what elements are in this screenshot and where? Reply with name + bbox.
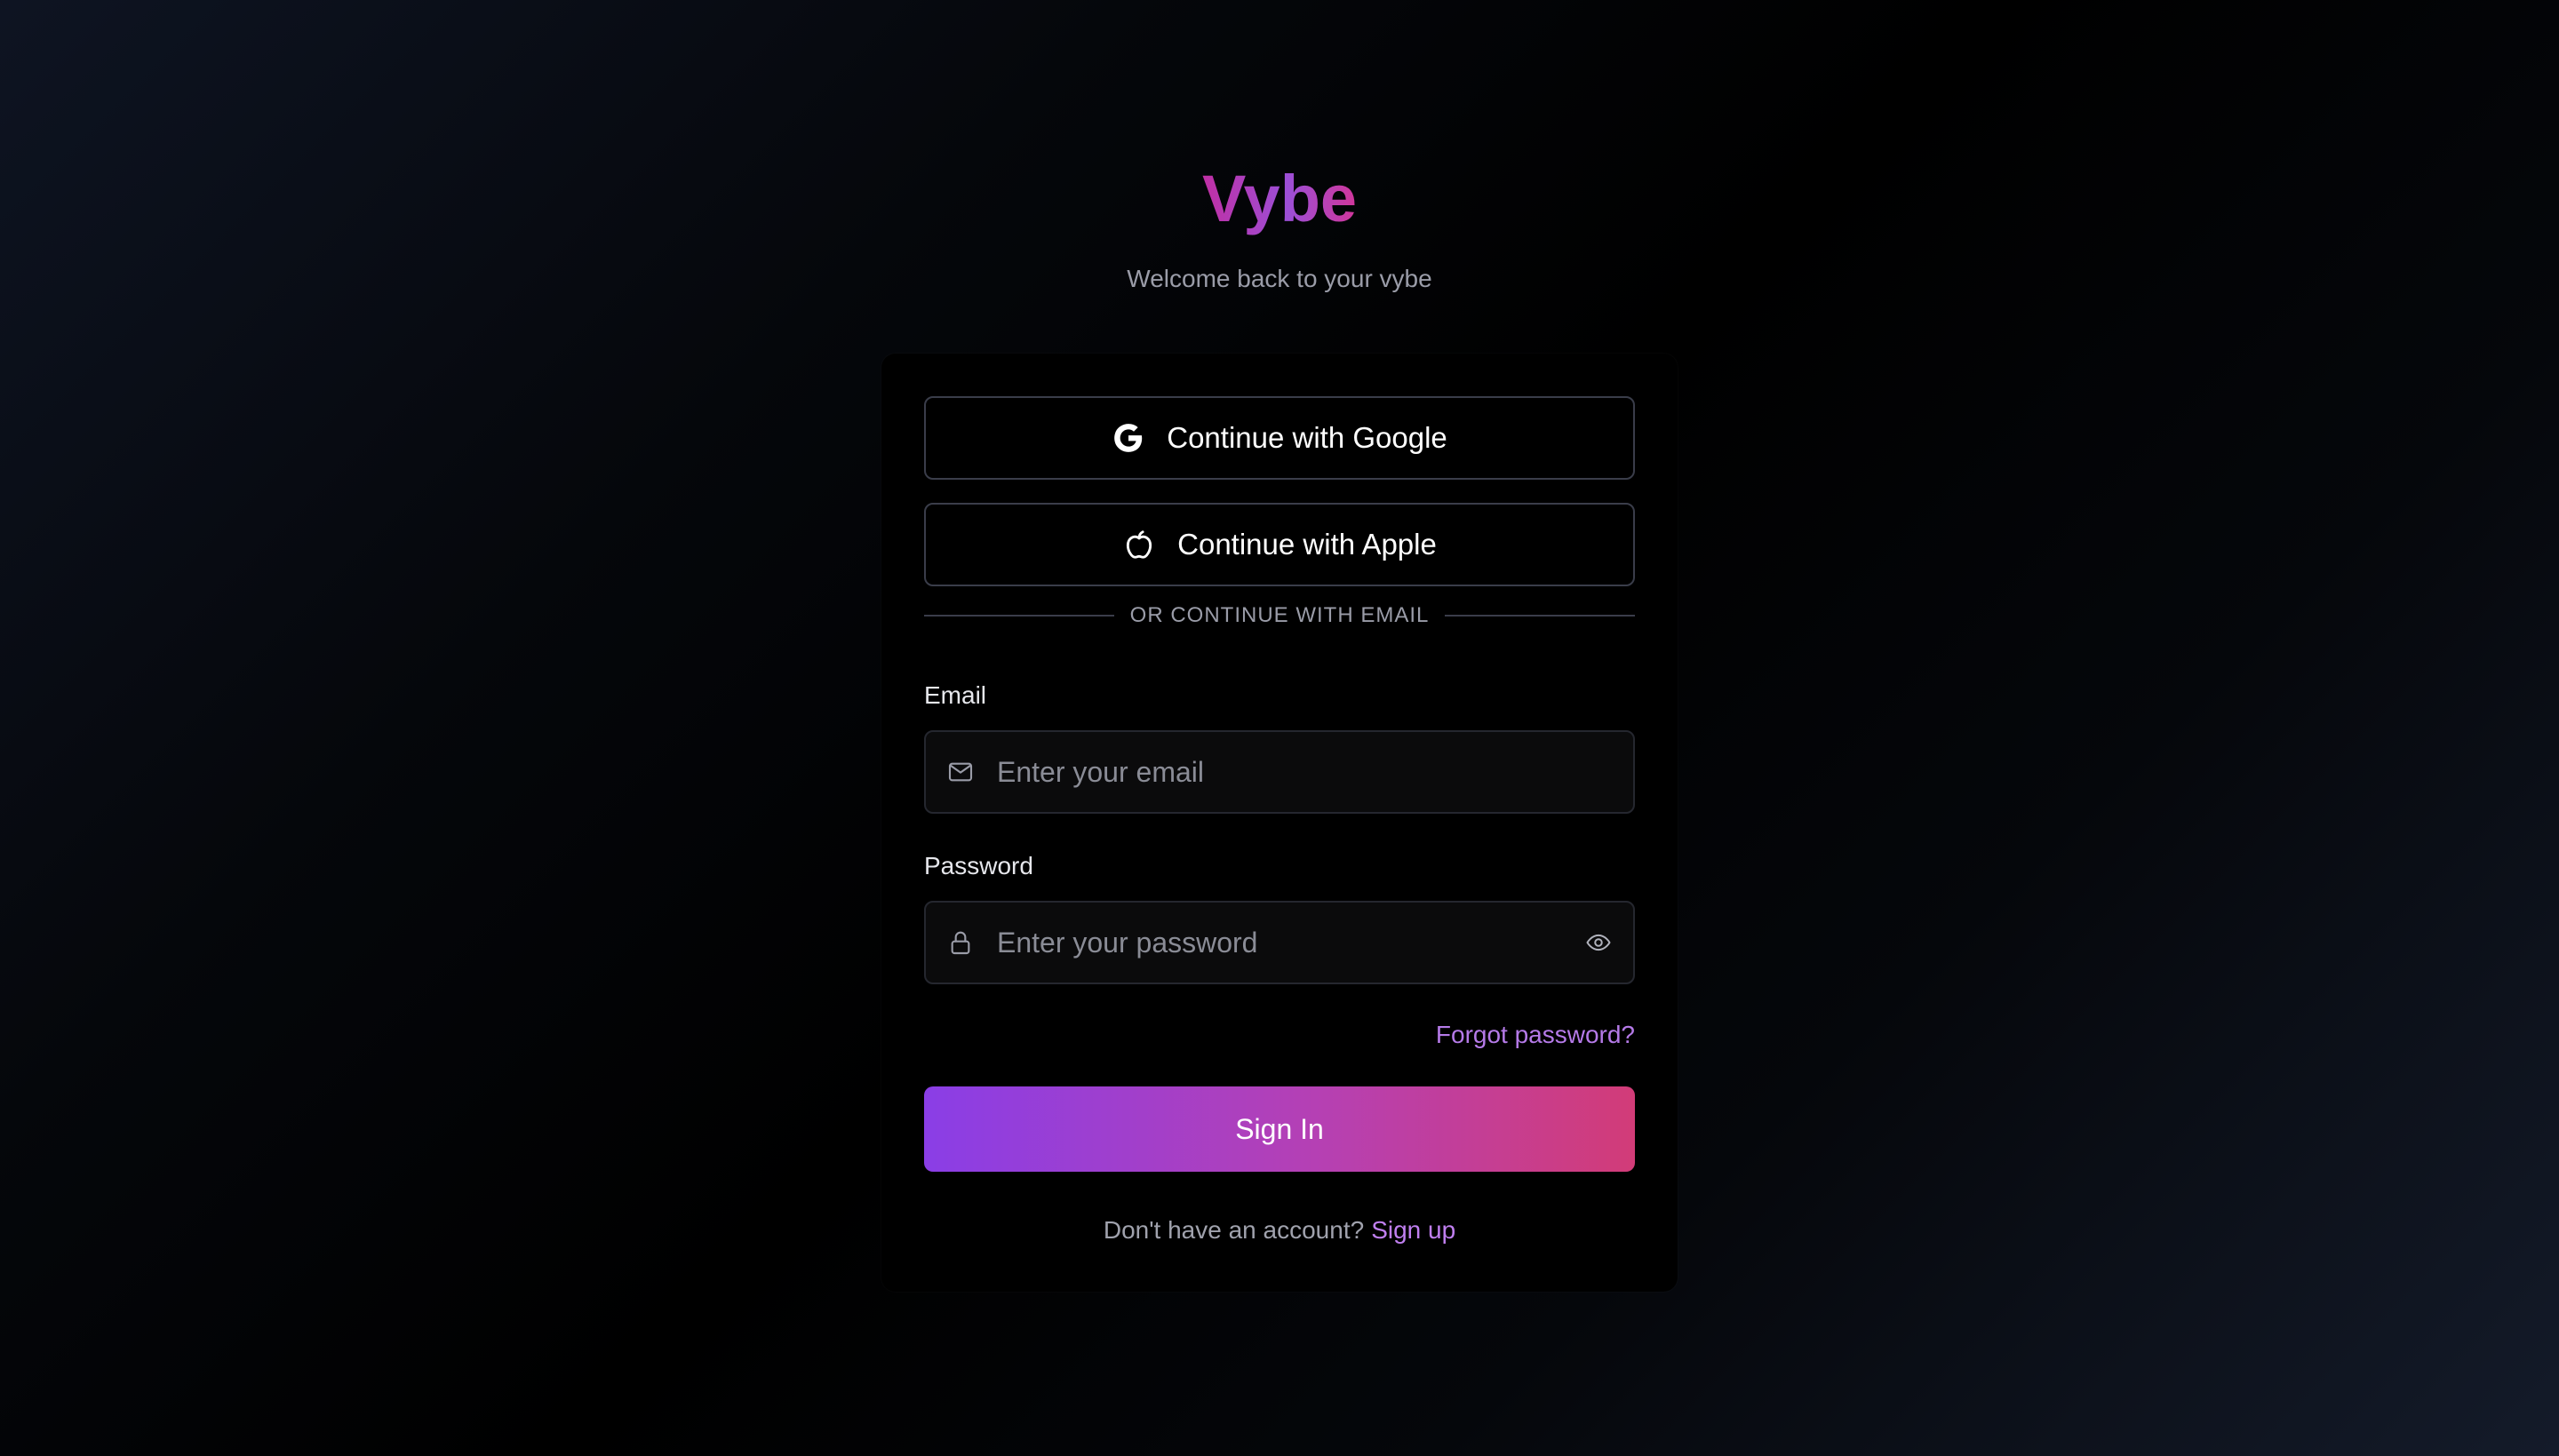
apple-icon — [1122, 528, 1156, 561]
brand-logo: Vybe — [0, 156, 2559, 242]
password-input[interactable] — [995, 915, 1583, 970]
password-field-wrapper — [924, 901, 1635, 984]
password-label: Password — [924, 852, 1033, 879]
eye-icon[interactable] — [1583, 927, 1614, 958]
lock-icon — [945, 927, 976, 958]
tagline: Welcome back to your vybe — [1127, 265, 1432, 292]
login-card: Continue with Google Continue with Apple… — [881, 354, 1678, 1292]
sign-in-button[interactable]: Sign In — [924, 1086, 1635, 1172]
email-input[interactable] — [995, 744, 1633, 800]
divider-line-left — [924, 615, 1114, 617]
divider-line-right — [1445, 615, 1636, 617]
sign-up-link[interactable]: Sign up — [1371, 1216, 1455, 1244]
brand-name: Vybe — [1201, 162, 1358, 235]
forgot-password-link[interactable]: Forgot password? — [1436, 1020, 1635, 1050]
email-label: Email — [924, 681, 987, 709]
email-divider: OR CONTINUE WITH EMAIL — [924, 602, 1636, 629]
email-field-wrapper — [924, 730, 1635, 814]
apple-signin-button[interactable]: Continue with Apple — [924, 503, 1635, 586]
google-icon — [1112, 421, 1145, 455]
mail-icon — [945, 757, 976, 787]
google-signin-button[interactable]: Continue with Google — [924, 396, 1635, 480]
apple-signin-label: Continue with Apple — [1177, 528, 1437, 561]
google-signin-label: Continue with Google — [1167, 421, 1447, 454]
signup-prompt-row: Don't have an account? Sign up — [924, 1215, 1635, 1245]
divider-text: OR CONTINUE WITH EMAIL — [1129, 603, 1430, 627]
signup-prompt-text: Don't have an account? — [1103, 1216, 1365, 1244]
